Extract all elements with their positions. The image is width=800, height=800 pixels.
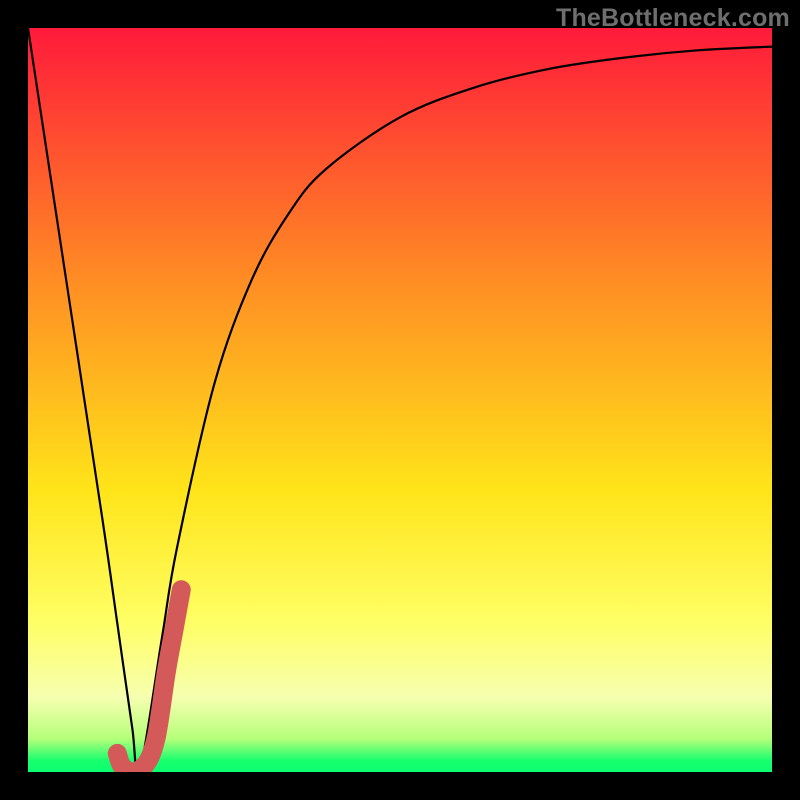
watermark-text: TheBottleneck.com xyxy=(556,4,790,33)
chart-plot xyxy=(28,28,772,772)
chart-frame: TheBottleneck.com xyxy=(0,0,800,800)
chart-background xyxy=(28,28,772,772)
